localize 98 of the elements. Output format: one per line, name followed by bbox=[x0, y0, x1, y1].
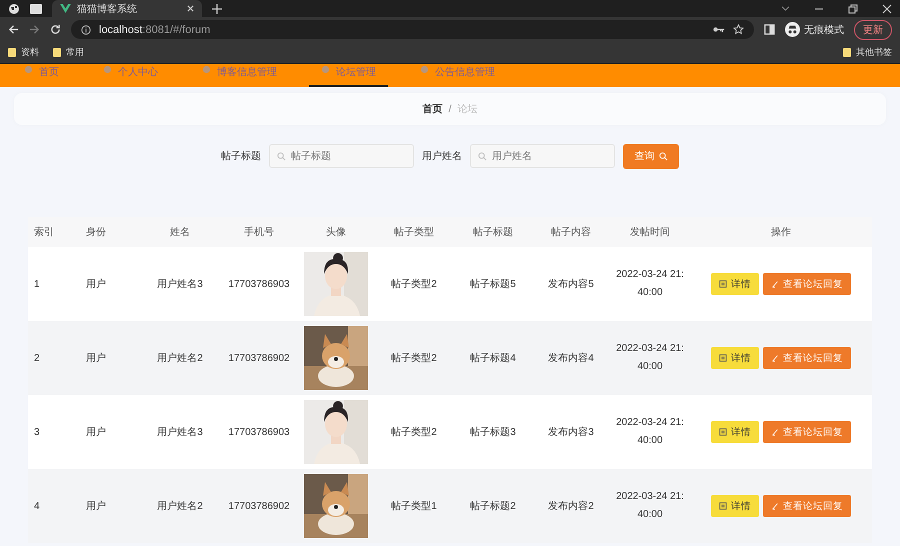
address-bar[interactable]: localhost:8081/#/forum bbox=[71, 20, 754, 39]
forward-icon[interactable] bbox=[29, 24, 40, 35]
reply-button[interactable]: 查看论坛回复 bbox=[763, 347, 851, 369]
table-cell-text: 2022-03-24 21:40:00 bbox=[615, 490, 685, 522]
detail-button[interactable]: 详情 bbox=[711, 495, 759, 517]
nav-icon bbox=[103, 65, 112, 74]
column-header: 帖子类型 bbox=[394, 226, 434, 239]
folder-icon bbox=[843, 48, 851, 57]
reply-button[interactable]: 查看论坛回复 bbox=[763, 495, 851, 517]
globe-icon[interactable] bbox=[8, 2, 20, 14]
incognito-icon bbox=[785, 22, 800, 37]
table-cell-text: 用户姓名2 bbox=[157, 500, 203, 513]
table-cell-text: 发布内容4 bbox=[548, 352, 594, 365]
column-header: 索引 bbox=[34, 226, 54, 239]
table-cell-text: 用户 bbox=[86, 500, 106, 513]
document-icon bbox=[719, 354, 727, 362]
sidebar-icon[interactable] bbox=[764, 24, 775, 35]
reply-button[interactable]: 查看论坛回复 bbox=[763, 273, 851, 295]
pen-icon bbox=[771, 354, 779, 362]
search-field[interactable]: 用户姓名 bbox=[470, 144, 615, 168]
table-cell-text: 用户姓名3 bbox=[157, 278, 203, 291]
table-cell: 17703786903 bbox=[228, 278, 290, 290]
document-icon bbox=[719, 428, 727, 436]
table-cell-text: 帖子类型2 bbox=[391, 426, 437, 439]
search-field[interactable]: 帖子标题 bbox=[269, 144, 414, 168]
column-header: 操作 bbox=[771, 226, 791, 239]
key-icon[interactable] bbox=[713, 26, 725, 33]
table-cell-text: 帖子类型1 bbox=[391, 500, 437, 513]
table-cell-text: 帖子类型2 bbox=[391, 278, 437, 291]
close-icon[interactable] bbox=[187, 5, 194, 12]
column-header: 帖子内容 bbox=[551, 226, 591, 239]
table-cell: 1 bbox=[34, 278, 40, 290]
column-header: 手机号 bbox=[244, 226, 274, 239]
window-icon[interactable] bbox=[30, 4, 42, 14]
table-cell-text: 帖子标题3 bbox=[470, 426, 516, 439]
update-button[interactable]: 更新 bbox=[854, 20, 892, 40]
pen-icon bbox=[771, 280, 779, 288]
table-cell: 17703786903 bbox=[228, 426, 290, 438]
table-cell: 2 bbox=[34, 352, 40, 364]
nav-icon bbox=[202, 65, 211, 74]
search-button[interactable]: 查询 bbox=[623, 144, 679, 168]
search-icon bbox=[658, 152, 668, 160]
browser-tab[interactable]: 猫猫博客系统 bbox=[52, 0, 202, 17]
folder-icon bbox=[8, 48, 16, 57]
table-cell-text: 帖子标题5 bbox=[470, 278, 516, 291]
nav-icon bbox=[24, 65, 33, 74]
document-icon bbox=[719, 502, 727, 510]
detail-button[interactable]: 详情 bbox=[711, 347, 759, 369]
table-cell: 17703786902 bbox=[228, 500, 290, 512]
back-icon[interactable] bbox=[8, 24, 19, 35]
table-cell-text: 2022-03-24 21:40:00 bbox=[615, 268, 685, 300]
folder-icon bbox=[53, 48, 61, 57]
document-icon bbox=[719, 280, 727, 288]
url-text: localhost:8081/#/forum bbox=[99, 24, 210, 36]
nav-icon bbox=[420, 65, 429, 74]
table-cell-text: 用户 bbox=[86, 426, 106, 439]
table-cell-text: 帖子标题4 bbox=[470, 352, 516, 365]
table-cell: 3 bbox=[34, 426, 40, 438]
pen-icon bbox=[771, 502, 779, 510]
column-header: 发帖时间 bbox=[630, 226, 670, 239]
restore-icon[interactable] bbox=[848, 4, 858, 14]
table-cell: 4 bbox=[34, 500, 40, 512]
column-header: 头像 bbox=[326, 226, 346, 239]
reply-button[interactable]: 查看论坛回复 bbox=[763, 421, 851, 443]
table-cell-text: 用户 bbox=[86, 278, 106, 291]
nav-icon bbox=[321, 65, 330, 74]
breadcrumb-link[interactable]: 首页 bbox=[422, 102, 443, 116]
bookmark[interactable]: 常用 bbox=[53, 46, 84, 59]
column-header: 身份 bbox=[86, 226, 106, 239]
chevron-down-icon[interactable] bbox=[781, 6, 790, 11]
column-header: 姓名 bbox=[170, 226, 190, 239]
pen-icon bbox=[771, 428, 779, 436]
table-cell-text: 用户姓名3 bbox=[157, 426, 203, 439]
breadcrumb-separator: / bbox=[448, 104, 452, 114]
table-cell-text: 用户 bbox=[86, 352, 106, 365]
plus-icon[interactable] bbox=[212, 4, 222, 14]
table-cell-text: 用户姓名2 bbox=[157, 352, 203, 365]
field-label: 帖子标题 bbox=[221, 150, 261, 163]
info-icon[interactable] bbox=[81, 24, 91, 34]
incognito-button[interactable]: 无痕模式 bbox=[785, 22, 844, 37]
table-cell-text: 发布内容5 bbox=[548, 278, 594, 291]
table-cell: 17703786902 bbox=[228, 352, 290, 364]
table-cell-text: 2022-03-24 21:40:00 bbox=[615, 416, 685, 448]
v-logo-icon bbox=[60, 4, 71, 13]
table-cell-text: 帖子类型2 bbox=[391, 352, 437, 365]
field-label: 用户姓名 bbox=[422, 150, 462, 163]
table-cell-text: 发布内容2 bbox=[548, 500, 594, 513]
table-cell-text: 2022-03-24 21:40:00 bbox=[615, 342, 685, 374]
close-icon[interactable] bbox=[882, 4, 892, 14]
table-cell-text: 发布内容3 bbox=[548, 426, 594, 439]
reload-icon[interactable] bbox=[50, 24, 61, 35]
column-header: 帖子标题 bbox=[473, 226, 513, 239]
detail-button[interactable]: 详情 bbox=[711, 273, 759, 295]
bookmark[interactable]: 其他书签 bbox=[843, 46, 892, 59]
star-icon[interactable] bbox=[733, 24, 744, 35]
bookmark[interactable]: 资料 bbox=[8, 46, 39, 59]
table-cell-text: 帖子标题2 bbox=[470, 500, 516, 513]
detail-button[interactable]: 详情 bbox=[711, 421, 759, 443]
